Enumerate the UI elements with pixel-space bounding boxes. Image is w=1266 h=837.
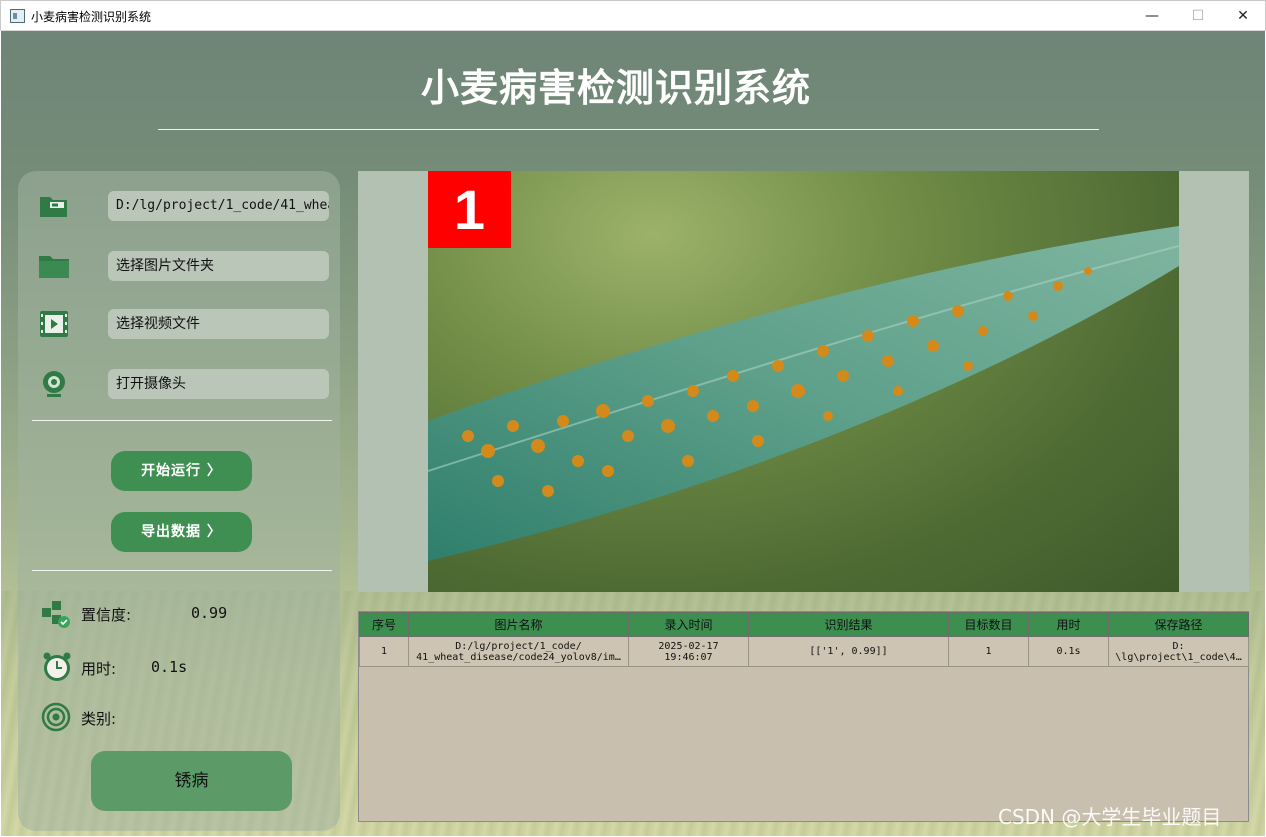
cell-image-name[interactable]: D:/lg/project/1_code/ 41_wheat_disease/c… (408, 636, 629, 667)
app-icon (10, 9, 25, 23)
cell-save-path-line: \lg\project\1_code\4… (1115, 651, 1242, 663)
detection-count-badge: 1 (428, 171, 511, 248)
leaf-illustration (428, 226, 1179, 561)
cell-save-path[interactable]: D: \lg\project\1_code\4… (1108, 636, 1249, 667)
maximize-button[interactable]: ☐ (1175, 1, 1221, 31)
wheat-leaf-image (428, 171, 1179, 592)
cell-image-name-line: 41_wheat_disease/code24_yolov8/im… (416, 651, 621, 663)
page-title: 小麦病害检测识别系统 (420, 66, 811, 110)
cell-result[interactable]: [['1', 0.99]] (748, 636, 949, 667)
confidence-value: 0.99 (191, 604, 228, 622)
panel-divider (32, 570, 332, 571)
cell-duration[interactable]: 0.1s (1028, 636, 1109, 667)
results-table: 序号 图片名称 录入时间 识别结果 目标数目 用时 保存路径 1 D:/lg/p… (358, 611, 1249, 822)
app-main: 小麦病害检测识别系统 D:/lg/project/1_code/41_wheat… (1, 31, 1265, 836)
table-header-row: 序号 图片名称 录入时间 识别结果 目标数目 用时 保存路径 (359, 612, 1249, 637)
time-value: 0.1s (151, 658, 188, 676)
select-video-button[interactable]: 选择视频文件 (108, 309, 329, 339)
export-button[interactable]: 导出数据 〉 (111, 512, 252, 552)
class-result-box: 锈病 (91, 751, 292, 811)
target-icon (41, 702, 71, 732)
window-title: 小麦病害检测识别系统 (31, 10, 152, 24)
confidence-icon (42, 601, 70, 628)
cell-time: 19:46:07 (664, 651, 713, 663)
minimize-button[interactable]: — (1129, 1, 1175, 31)
header-save-path[interactable]: 保存路径 (1108, 612, 1249, 637)
select-folder-button[interactable]: 选择图片文件夹 (108, 251, 329, 281)
cell-date: 2025-02-17 (658, 640, 719, 652)
cell-record-time[interactable]: 2025-02-17 19:46:07 (628, 636, 749, 667)
cell-save-path-line: D: (1172, 640, 1185, 652)
start-button[interactable]: 开始运行 〉 (111, 451, 252, 491)
header-index[interactable]: 序号 (359, 612, 409, 637)
confidence-label: 置信度: (81, 606, 132, 624)
time-label: 用时: (81, 660, 117, 678)
header-result[interactable]: 识别结果 (748, 612, 949, 637)
close-button[interactable]: ✕ (1220, 1, 1266, 31)
header-target-count[interactable]: 目标数目 (948, 612, 1029, 637)
class-label: 类别: (81, 710, 117, 728)
table-row[interactable]: 1 D:/lg/project/1_code/ 41_wheat_disease… (359, 636, 1249, 667)
video-file-icon[interactable] (38, 309, 70, 339)
panel-divider (32, 420, 332, 421)
open-camera-button[interactable]: 打开摄像头 (108, 369, 329, 399)
cell-index[interactable]: 1 (359, 636, 409, 667)
open-file-icon[interactable] (38, 191, 70, 221)
file-path-field[interactable]: D:/lg/project/1_code/41_wheat_disease/co… (108, 191, 329, 221)
header-record-time[interactable]: 录入时间 (628, 612, 749, 637)
camera-icon[interactable] (38, 369, 70, 399)
cell-target-count[interactable]: 1 (948, 636, 1029, 667)
folder-icon[interactable] (38, 251, 70, 281)
clock-icon (43, 652, 71, 681)
header-image-name[interactable]: 图片名称 (408, 612, 629, 637)
watermark: CSDN @大学生毕业题目 (998, 805, 1222, 829)
control-panel: D:/lg/project/1_code/41_wheat_disease/co… (18, 171, 340, 831)
window-titlebar: 小麦病害检测识别系统 — ☐ ✕ (0, 0, 1266, 31)
image-display: 1 (358, 171, 1249, 592)
cell-image-name-line: D:/lg/project/1_code/ (455, 640, 582, 652)
header-duration[interactable]: 用时 (1028, 612, 1109, 637)
title-divider (158, 129, 1099, 130)
